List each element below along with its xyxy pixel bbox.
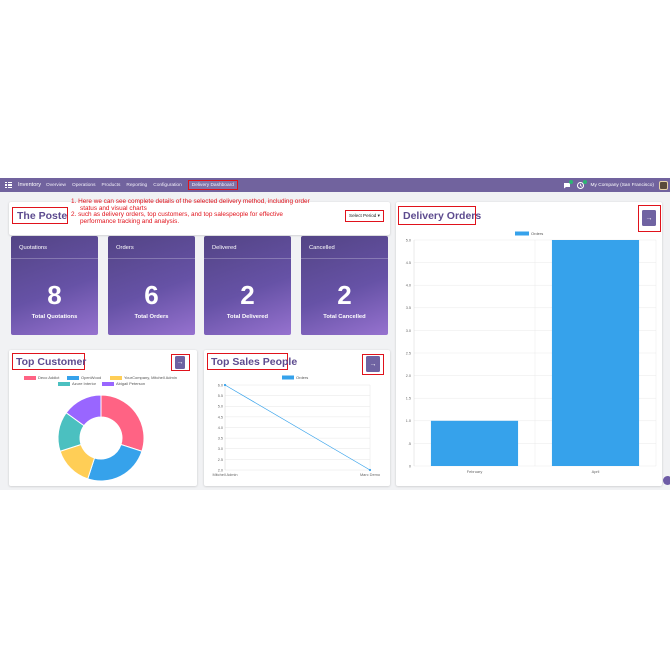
nav-item-overview[interactable]: Overview	[46, 183, 66, 188]
legend-label: Azure Interior	[72, 381, 97, 386]
pie-slice[interactable]	[87, 443, 143, 482]
y-tick-label: .5	[408, 442, 411, 446]
data-point[interactable]	[368, 468, 372, 472]
legend-label: Abigail Peterson	[116, 381, 146, 386]
legend-item[interactable]: Deco Addict	[24, 375, 59, 380]
select-period-dropdown[interactable]: Select Period ▾	[345, 210, 384, 222]
legend-swatch	[110, 375, 122, 380]
kpi-value: 2	[337, 280, 352, 310]
kpi-value: 8	[47, 280, 62, 310]
kpi-label: Delivered	[212, 245, 237, 251]
nav-item-configuration[interactable]: Configuration	[153, 183, 182, 188]
y-tick-label: 3.5	[218, 437, 223, 441]
inventory-app: Inventory Overview Operations Products R…	[0, 178, 670, 490]
delivery-orders-arrow-button[interactable]: →	[642, 210, 656, 226]
x-tick-label: February	[467, 469, 483, 474]
top-customer-donut-chart	[57, 394, 145, 482]
top-navbar: Inventory Overview Operations Products R…	[0, 178, 670, 192]
kpi-orders[interactable]: Orders 6 Total Orders	[108, 236, 195, 335]
top-sales-title: Top Sales People	[211, 356, 298, 368]
y-tick-label: 5.5	[218, 394, 223, 398]
top-customer-title: Top Customer	[16, 356, 87, 368]
help-bubble-icon[interactable]	[663, 476, 670, 485]
legend-label: OpenWood	[81, 375, 102, 380]
top-sales-arrow-button[interactable]: →	[366, 356, 380, 372]
legend-swatch	[24, 375, 36, 380]
kpi-label: Quotations	[19, 245, 48, 251]
company-switcher[interactable]: My Company (San Francisco)	[591, 183, 654, 188]
kpi-subtitle: Total Cancelled	[323, 314, 366, 320]
legend-label: Orders	[531, 231, 543, 236]
poste-annotation: 1. Here we can see complete details of t…	[71, 198, 341, 226]
delivery-orders-title: Delivery Orders	[403, 210, 482, 222]
y-tick-label: 5.0	[406, 238, 411, 242]
top-sales-line-chart: Orders6.05.55.04.54.03.53.02.52.0Mitchel…	[212, 375, 380, 477]
kpi-value: 2	[240, 280, 255, 310]
activity-clock-icon[interactable]	[577, 179, 587, 189]
y-tick-label: 5.0	[218, 405, 223, 409]
y-tick-label: 6.0	[218, 383, 223, 387]
legend-swatch	[67, 375, 79, 380]
y-tick-label: 2.5	[218, 458, 223, 462]
y-tick-label: 1.0	[406, 419, 411, 423]
legend-swatch	[58, 381, 70, 386]
chat-icon[interactable]	[563, 179, 573, 189]
bar[interactable]	[430, 420, 519, 466]
y-tick-label: 3.0	[218, 447, 223, 451]
y-tick-label: 4.5	[406, 261, 411, 265]
legend-label: YourCompany, Mitchell Admin	[124, 375, 177, 380]
legend-item[interactable]: YourCompany, Mitchell Admin	[110, 375, 177, 380]
legend-swatch	[102, 381, 114, 386]
legend-item[interactable]: Abigail Peterson	[102, 381, 145, 386]
kpi-value: 6	[144, 280, 159, 310]
y-tick-label: 4.0	[406, 284, 411, 288]
legend-item[interactable]: OpenWood	[67, 375, 101, 380]
kpi-quotations[interactable]: Quotations 8 Total Quotations	[11, 236, 98, 335]
app-brand[interactable]: Inventory	[18, 182, 41, 188]
delivery-orders-bar-chart: Orders 5.0 4.5 4.0 3.5 3.0 2.5 2.0 1.5 1.0 .5 0 Febr…	[406, 231, 657, 474]
legend-label: Deco Addict	[38, 375, 60, 380]
kpi-subtitle: Total Orders	[134, 314, 169, 320]
nav-item-reporting[interactable]: Reporting	[126, 183, 147, 188]
top-customer-arrow-button[interactable]: →	[175, 356, 185, 369]
y-tick-label: 2.0	[406, 374, 411, 378]
kpi-label: Orders	[116, 245, 134, 251]
x-tick-label: Mitchell Admin	[212, 472, 237, 477]
navbar-systray: My Company (San Francisco)	[563, 179, 670, 190]
nav-item-operations[interactable]: Operations	[72, 183, 95, 188]
avatar[interactable]	[659, 180, 668, 190]
y-tick-label: 2.5	[406, 351, 411, 355]
legend-swatch	[515, 231, 529, 236]
poste-title: The Poste	[17, 210, 68, 222]
annotation-line-4: performance tracking and analysis.	[80, 218, 180, 226]
kpi-label: Cancelled	[309, 245, 335, 251]
kpi-subtitle: Total Quotations	[31, 314, 78, 320]
kpi-subtitle: Total Delivered	[226, 314, 269, 320]
x-tick-label: Marc Demo	[360, 472, 380, 477]
nav-item-products[interactable]: Products	[101, 183, 120, 188]
data-point[interactable]	[223, 383, 227, 387]
y-tick-label: 4.0	[218, 426, 223, 430]
kpi-delivered[interactable]: Delivered 2 Total Delivered	[204, 236, 291, 335]
y-tick-label: 3.0	[406, 329, 411, 333]
legend-item[interactable]: Azure Interior	[58, 381, 96, 386]
legend-swatch	[282, 375, 294, 380]
bar[interactable]	[551, 240, 640, 466]
x-tick-label: April	[592, 469, 600, 474]
legend-label: Orders	[296, 375, 308, 380]
y-tick-label: 1.5	[406, 397, 411, 401]
nav-item-delivery-dashboard[interactable]: Delivery Dashboard	[187, 180, 238, 190]
apps-grid-icon[interactable]	[5, 181, 14, 189]
pie-slice[interactable]	[100, 394, 145, 452]
y-tick-label: 0	[409, 464, 411, 468]
kpi-cancelled[interactable]: Cancelled 2 Total Cancelled	[301, 236, 388, 335]
y-tick-label: 3.5	[406, 306, 411, 310]
y-tick-label: 4.5	[218, 415, 223, 419]
